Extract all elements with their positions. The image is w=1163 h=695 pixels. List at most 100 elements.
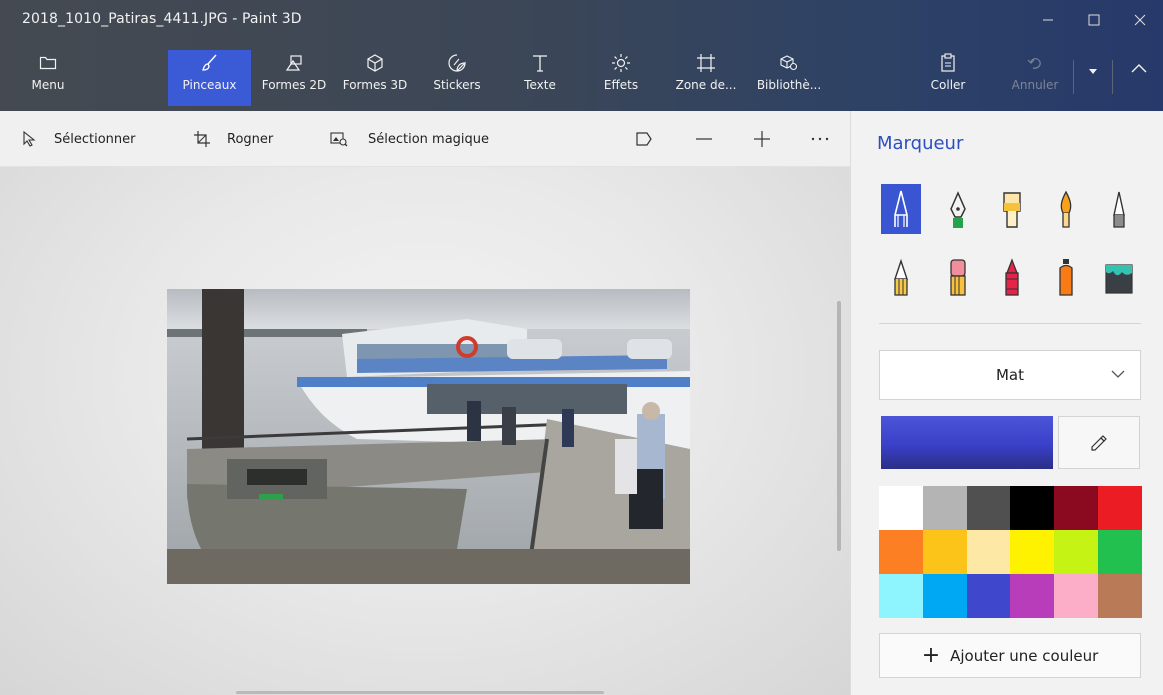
plus-icon <box>754 131 770 147</box>
minus-icon <box>696 138 712 140</box>
zoom-out-button[interactable] <box>684 111 724 167</box>
color-swatch[interactable] <box>879 486 923 530</box>
tab-zone-de-dessin[interactable]: Zone de... <box>670 50 742 106</box>
minimize-button[interactable] <box>1025 0 1071 40</box>
color-swatch[interactable] <box>922 574 967 618</box>
canvas-icon <box>697 54 715 72</box>
sun-icon <box>612 54 630 72</box>
brush-pencil[interactable] <box>881 252 921 302</box>
ribbon-separator <box>1112 60 1113 94</box>
undo-icon <box>1027 58 1041 69</box>
maximize-button[interactable] <box>1071 0 1117 40</box>
vertical-scrollbar[interactable] <box>837 301 841 551</box>
brush-panel: Marqueur Mat + Ajouter une couleur <box>850 111 1163 695</box>
ribbon-separator <box>1073 60 1074 94</box>
color-swatch[interactable] <box>966 486 1011 530</box>
perspective-icon <box>636 132 652 146</box>
color-swatch[interactable] <box>1010 574 1055 618</box>
tab-formes-3d[interactable]: Formes 3D <box>338 50 412 106</box>
undo-button[interactable]: Annuler <box>1002 50 1068 106</box>
menu-button[interactable]: Menu <box>16 50 80 106</box>
watercolor-icon <box>1060 190 1072 228</box>
tab-effets[interactable]: Effets <box>588 50 654 106</box>
color-palette <box>879 486 1142 618</box>
color-swatch[interactable] <box>1010 486 1055 530</box>
brush-marker[interactable] <box>881 184 921 234</box>
cursor-icon <box>23 131 36 147</box>
plus-icon: + <box>921 642 941 668</box>
brush-fill[interactable] <box>1097 252 1141 302</box>
oil-brush-icon <box>1003 192 1021 228</box>
brush-oil[interactable] <box>992 184 1032 234</box>
ribbon-toolbar: Menu Pinceaux Formes 2D Formes 3D Sticke… <box>0 40 1163 111</box>
brush-watercolor[interactable] <box>1046 184 1086 234</box>
crop-button[interactable]: Rogner <box>193 111 273 167</box>
more-icon <box>811 137 829 141</box>
eraser-icon <box>950 259 966 296</box>
app-header: 2018_1010_Patiras_4411.JPG - Paint 3D Me… <box>0 0 1163 111</box>
view-3d-button[interactable] <box>624 111 664 167</box>
collapse-ribbon-button[interactable] <box>1120 62 1158 92</box>
color-swatch[interactable] <box>1054 530 1099 574</box>
zoom-in-button[interactable] <box>742 111 782 167</box>
cube-icon <box>367 54 383 72</box>
color-swatch[interactable] <box>922 486 967 530</box>
pencil-icon <box>894 258 908 296</box>
add-color-button[interactable]: + Ajouter une couleur <box>879 633 1141 678</box>
current-color-swatch[interactable] <box>881 416 1053 469</box>
history-dropdown-button[interactable] <box>1080 66 1106 92</box>
sticker-icon <box>448 54 466 72</box>
color-swatch[interactable] <box>1098 574 1142 618</box>
color-swatch[interactable] <box>1098 530 1142 574</box>
color-swatch[interactable] <box>966 574 1011 618</box>
minimize-icon <box>1043 19 1053 21</box>
shapes-2d-icon <box>285 55 302 71</box>
magic-select-button[interactable]: Sélection magique <box>330 111 489 167</box>
brush-eraser[interactable] <box>938 252 978 302</box>
text-icon <box>533 55 547 72</box>
color-swatch[interactable] <box>1098 486 1142 530</box>
color-swatch[interactable] <box>922 530 967 574</box>
canvas-workspace[interactable]: Sélectionner Rogner Sélection magique <box>0 111 850 695</box>
chevron-down-icon <box>1111 370 1125 378</box>
more-options-button[interactable] <box>800 111 840 167</box>
fill-bucket-icon <box>1105 264 1133 294</box>
horizontal-scrollbar[interactable] <box>236 691 604 694</box>
eyedropper-button[interactable] <box>1058 416 1140 469</box>
spray-can-icon <box>1059 259 1073 296</box>
brush-calligraphy-pen[interactable] <box>938 184 978 234</box>
color-swatch[interactable] <box>879 574 923 618</box>
brush-spray-can[interactable] <box>1046 252 1086 302</box>
close-button[interactable] <box>1117 0 1163 40</box>
brush-pixel-pen[interactable] <box>1099 184 1139 234</box>
canvas-image[interactable] <box>167 289 690 584</box>
tab-pinceaux[interactable]: Pinceaux <box>168 50 251 106</box>
paste-button[interactable]: Coller <box>915 50 981 106</box>
tab-bibliotheque[interactable]: Bibliothè... <box>750 50 828 106</box>
color-swatch[interactable] <box>1010 530 1055 574</box>
chevron-up-icon <box>1131 64 1147 73</box>
library-icon <box>780 55 798 71</box>
tab-stickers[interactable]: Stickers <box>424 50 490 106</box>
finish-dropdown[interactable]: Mat <box>879 350 1141 400</box>
title-bar: 2018_1010_Patiras_4411.JPG - Paint 3D <box>0 0 1163 40</box>
clipboard-icon <box>941 53 955 72</box>
close-icon <box>1134 14 1146 26</box>
brush-crayon[interactable] <box>992 252 1032 302</box>
ferry-photo-illustration <box>167 289 690 584</box>
caret-down-icon <box>1089 69 1097 74</box>
maximize-icon <box>1088 14 1100 26</box>
color-swatch[interactable] <box>966 530 1011 574</box>
folder-icon <box>39 56 57 70</box>
tab-texte[interactable]: Texte <box>507 50 573 106</box>
calligraphy-pen-icon <box>950 191 966 228</box>
color-swatch[interactable] <box>1054 486 1099 530</box>
crayon-icon <box>1005 258 1019 296</box>
panel-title: Marqueur <box>877 133 964 154</box>
tab-formes-2d[interactable]: Formes 2D <box>255 50 333 106</box>
window-title: 2018_1010_Patiras_4411.JPG - Paint 3D <box>22 11 302 27</box>
color-swatch[interactable] <box>879 530 923 574</box>
select-button[interactable]: Sélectionner <box>22 111 136 167</box>
color-swatch[interactable] <box>1054 574 1099 618</box>
marker-icon <box>894 190 908 227</box>
